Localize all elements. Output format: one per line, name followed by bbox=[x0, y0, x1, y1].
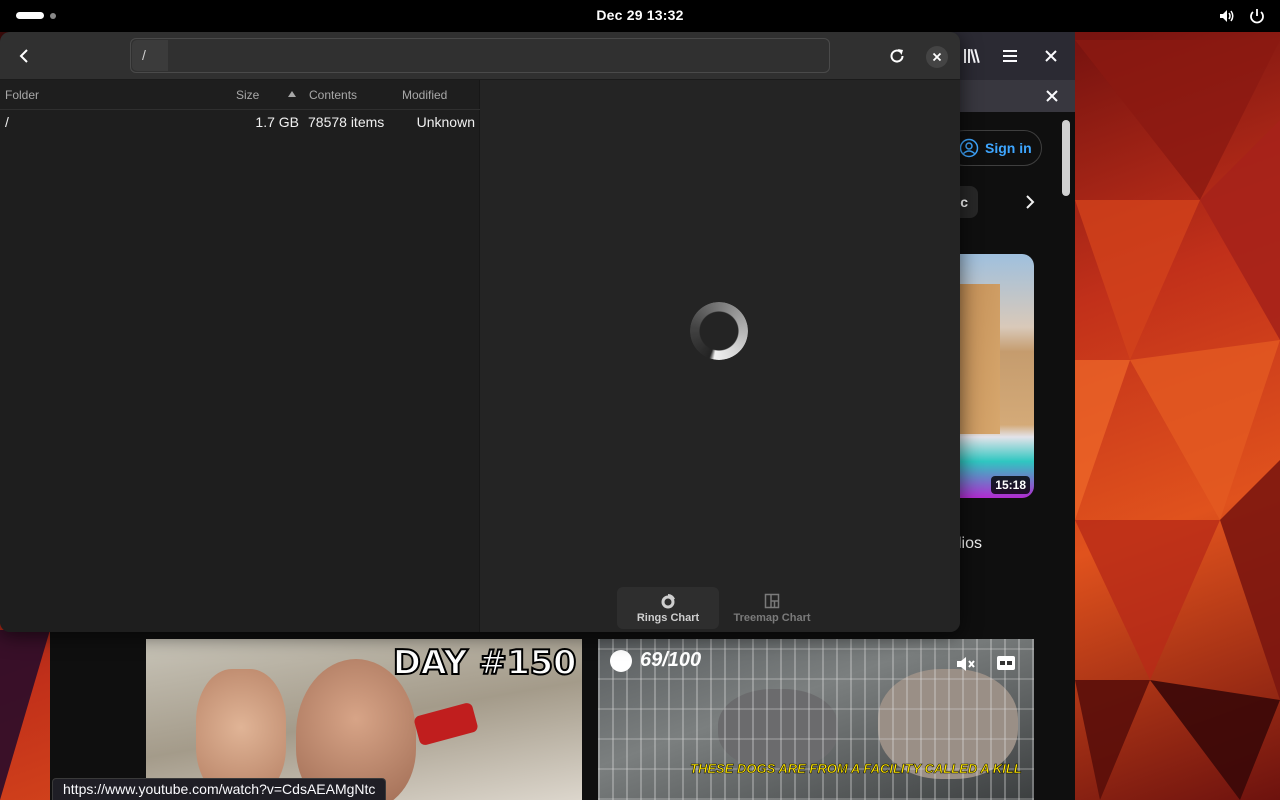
rings-chart-button[interactable]: Rings Chart bbox=[617, 587, 719, 629]
sign-in-label: Sign in bbox=[985, 140, 1032, 156]
rings-chart-label: Rings Chart bbox=[636, 611, 700, 624]
row-size: 1.7 GB bbox=[255, 114, 299, 130]
thumbnail-overlay-text: DAY #150 bbox=[392, 642, 578, 684]
loading-spinner bbox=[690, 302, 748, 360]
treemap-chart-label: Treemap Chart bbox=[733, 611, 811, 624]
chart-view-switcher: Rings Chart Treemap Chart bbox=[617, 587, 823, 629]
treemap-chart-button[interactable]: Treemap Chart bbox=[721, 587, 823, 629]
link-status-url: https://www.youtube.com/watch?v=CdsAEAMg… bbox=[52, 778, 387, 800]
workspace-indicator bbox=[50, 12, 56, 19]
account-icon bbox=[959, 138, 979, 158]
column-header-contents[interactable]: Contents bbox=[309, 88, 357, 102]
sign-in-button[interactable]: Sign in bbox=[946, 130, 1042, 166]
folder-tree: Folder Size Contents Modified / 1.7 GB 7… bbox=[0, 80, 480, 632]
reload-button[interactable] bbox=[882, 41, 912, 71]
rings-chart-icon bbox=[661, 593, 675, 608]
activities-button[interactable] bbox=[16, 12, 56, 19]
menu-icon[interactable] bbox=[1000, 46, 1020, 66]
skull-icon bbox=[610, 649, 632, 672]
counter-text: 69/100 bbox=[640, 649, 702, 671]
library-icon[interactable] bbox=[962, 46, 982, 66]
disk-usage-analyzer-window: / Folder Size Contents Modified / 1.7 GB… bbox=[0, 32, 960, 632]
window-close-button[interactable] bbox=[926, 46, 948, 68]
header-bar: / bbox=[0, 32, 960, 80]
tree-column-headers: Folder Size Contents Modified bbox=[0, 80, 480, 110]
chevron-right-icon[interactable] bbox=[1020, 192, 1040, 212]
video-counter: 69/100 bbox=[610, 649, 701, 672]
workspace-active-indicator bbox=[16, 12, 44, 19]
captions-icon[interactable] bbox=[996, 655, 1016, 671]
close-icon bbox=[932, 52, 942, 62]
table-row[interactable]: / 1.7 GB 78578 items Unknown bbox=[0, 110, 479, 134]
row-contents: 78578 items bbox=[308, 114, 385, 130]
system-tray[interactable] bbox=[1218, 7, 1266, 25]
video-duration: 15:18 bbox=[991, 476, 1030, 494]
close-icon[interactable] bbox=[1042, 86, 1062, 106]
column-header-size[interactable]: Size bbox=[236, 88, 259, 102]
mute-icon[interactable] bbox=[954, 653, 976, 675]
chart-area: Rings Chart Treemap Chart bbox=[480, 80, 960, 632]
thumbnail-image-content bbox=[413, 701, 479, 747]
video-thumbnail[interactable]: DAY #150 bbox=[146, 639, 582, 800]
row-folder-name: / bbox=[5, 114, 9, 130]
back-button[interactable] bbox=[8, 40, 40, 72]
top-bar: Dec 29 13:32 bbox=[0, 0, 1280, 32]
row-modified: Unknown bbox=[416, 114, 475, 130]
video-title[interactable]: lios bbox=[958, 535, 982, 553]
video-preview[interactable]: 69/100 THESE DOGS ARE FROM A FACILITY CA… bbox=[598, 639, 1034, 800]
close-icon[interactable] bbox=[1041, 46, 1061, 66]
chevron-left-icon bbox=[19, 49, 28, 63]
video-caption: THESE DOGS ARE FROM A FACILITY CALLED A … bbox=[690, 761, 1022, 777]
page-scrollbar[interactable] bbox=[1062, 120, 1070, 196]
clock[interactable]: Dec 29 13:32 bbox=[596, 7, 683, 23]
column-header-modified[interactable]: Modified bbox=[402, 88, 447, 102]
reload-icon bbox=[890, 49, 904, 63]
volume-icon[interactable] bbox=[1218, 7, 1236, 25]
path-bar[interactable]: / bbox=[130, 38, 830, 73]
sort-ascending-icon bbox=[288, 91, 296, 97]
treemap-chart-icon bbox=[764, 593, 780, 608]
power-icon[interactable] bbox=[1248, 7, 1266, 25]
column-header-folder[interactable]: Folder bbox=[5, 88, 39, 102]
path-segment-root[interactable]: / bbox=[132, 40, 168, 71]
